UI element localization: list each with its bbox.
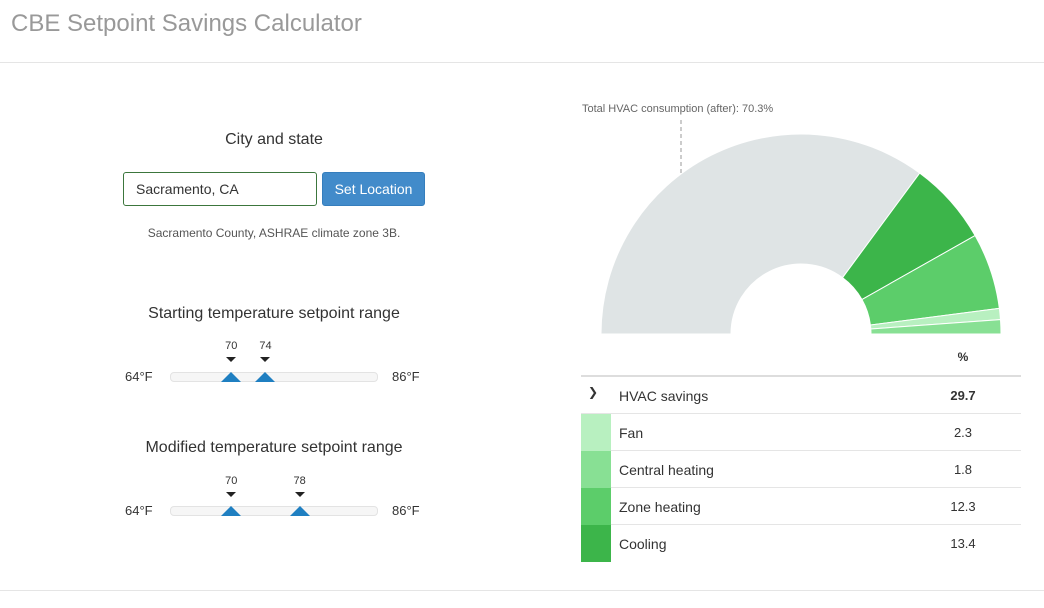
hvac-savings-value: 29.7 [950,388,976,403]
table-row: Central heating 1.8 [581,451,1021,488]
table-row: Zone heating 12.3 [581,488,1021,525]
row-value: 12.3 [950,499,976,514]
row-value: 13.4 [950,536,976,551]
chevron-down-icon[interactable]: ❯ [588,385,598,399]
row-value: 1.8 [953,462,973,477]
row-label: Central heating [619,462,714,478]
table-row: Cooling 13.4 [581,525,1021,562]
row-label: Cooling [619,536,667,552]
central-heating-color-swatch [581,451,611,488]
row-label: Zone heating [619,499,701,515]
footer-divider [0,590,1044,591]
hvac-savings-label: HVAC savings [619,388,709,404]
row-value: 2.3 [953,425,973,440]
table-row: Fan 2.3 [581,414,1021,451]
zone-heating-color-swatch [581,488,611,525]
cooling-color-swatch [581,525,611,562]
fan-color-swatch [581,414,611,451]
hvac-savings-row[interactable]: ❯ HVAC savings 29.7 [581,377,1021,414]
percent-column-header: % [957,350,969,364]
row-label: Fan [619,425,644,441]
